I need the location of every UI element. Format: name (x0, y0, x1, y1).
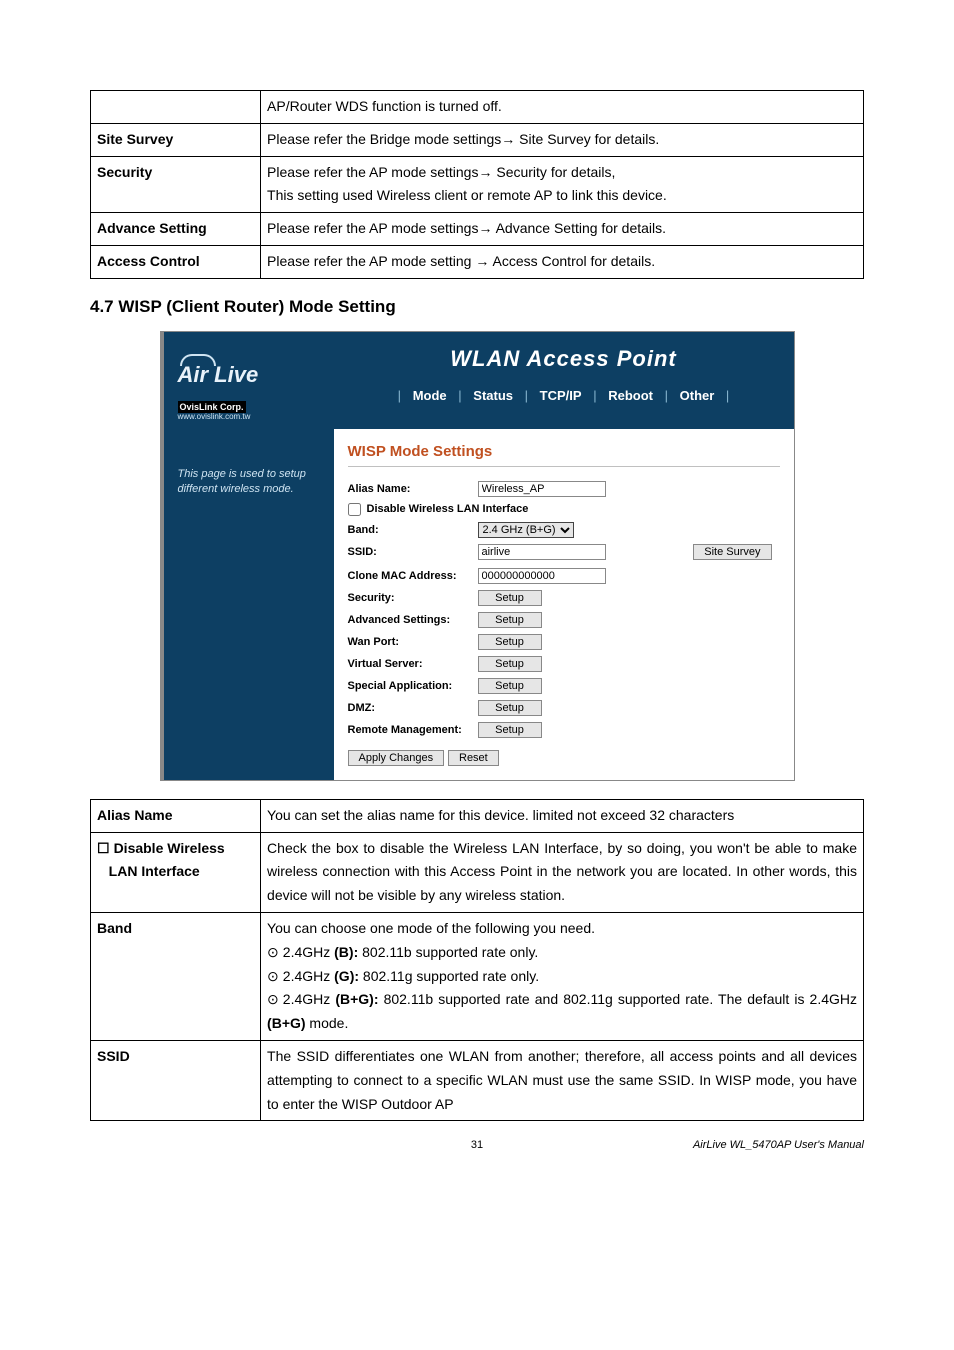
wan-port-label: Wan Port: (348, 636, 478, 648)
alias-name-label: Alias Name: (348, 483, 478, 495)
remote-management-setup-button[interactable]: Setup (478, 722, 542, 738)
special-application-setup-button[interactable]: Setup (478, 678, 542, 694)
brand-url: www.ovislink.com.tw (178, 412, 324, 421)
menu-item-reboot[interactable]: Reboot (604, 388, 657, 403)
row-label: Advance Setting (91, 213, 261, 246)
radio-dot-icon (267, 991, 283, 1007)
alias-name-input[interactable] (478, 481, 606, 497)
row-label: Band (91, 912, 261, 1040)
row-desc: Check the box to disable the Wireless LA… (261, 832, 864, 912)
clone-mac-input[interactable] (478, 568, 606, 584)
table-row: AP/Router WDS function is turned off. (91, 91, 864, 124)
table-row: Disable Wireless LAN Interface Check the… (91, 832, 864, 912)
ssid-input[interactable] (478, 544, 606, 560)
advanced-settings-setup-button[interactable]: Setup (478, 612, 542, 628)
security-setup-button[interactable]: Setup (478, 590, 542, 606)
band-label: Band: (348, 524, 478, 536)
row-desc: Please refer the Bridge mode settings→ S… (261, 123, 864, 156)
row-label: Alias Name (91, 799, 261, 832)
section-heading: 4.7 WISP (Client Router) Mode Setting (90, 297, 864, 317)
menu-item-status[interactable]: Status (469, 388, 517, 403)
row-desc: AP/Router WDS function is turned off. (261, 91, 864, 124)
radio-dot-icon (267, 944, 283, 960)
row-desc: Please refer the AP mode settings→ Secur… (261, 156, 864, 213)
table-row: Site Survey Please refer the Bridge mode… (91, 123, 864, 156)
virtual-server-setup-button[interactable]: Setup (478, 656, 542, 672)
row-label: SSID (91, 1040, 261, 1120)
row-label: Site Survey (91, 123, 261, 156)
arrow-icon: → (501, 131, 515, 147)
radio-dot-icon (267, 968, 283, 984)
table-row: Band You can choose one mode of the foll… (91, 912, 864, 1040)
manual-title: AirLive WL_5470AP User's Manual (606, 1139, 864, 1151)
virtual-server-label: Virtual Server: (348, 658, 478, 670)
clone-mac-label: Clone MAC Address: (348, 570, 478, 582)
menu-sep-icon: | (454, 388, 465, 403)
menu-sep-icon: | (589, 388, 600, 403)
menu-sep-icon: | (722, 388, 733, 403)
screenshot-title: WLAN Access Point (334, 346, 794, 372)
checkbox-empty-icon (97, 840, 114, 856)
table-row: Advance Setting Please refer the AP mode… (91, 213, 864, 246)
row-desc: The SSID differentiates one WLAN from an… (261, 1040, 864, 1120)
disable-wireless-label: Disable Wireless LAN Interface (367, 503, 529, 515)
band-select[interactable]: 2.4 GHz (B+G) (478, 522, 574, 538)
table-row: Alias Name You can set the alias name fo… (91, 799, 864, 832)
remote-management-label: Remote Management: (348, 724, 478, 736)
arrow-icon: → (475, 253, 489, 269)
disable-wireless-checkbox[interactable] (348, 503, 361, 516)
row-desc: Please refer the AP mode setting → Acces… (261, 245, 864, 278)
page-number: 31 (348, 1139, 606, 1151)
brand-subtitle: OvisLink Corp. (178, 402, 324, 412)
side-note: This page is used to setup different wir… (164, 429, 334, 780)
settings-reference-table-bottom: Alias Name You can set the alias name fo… (90, 799, 864, 1122)
row-desc: Please refer the AP mode settings→ Advan… (261, 213, 864, 246)
menu-sep-icon: | (521, 388, 532, 403)
top-menu: | Mode | Status | TCP/IP | Reboot | Othe… (334, 388, 794, 403)
arrow-icon: → (478, 164, 492, 180)
reset-button[interactable]: Reset (448, 750, 499, 766)
advanced-settings-label: Advanced Settings: (348, 614, 478, 626)
dmz-label: DMZ: (348, 702, 478, 714)
page-footer: 31 AirLive WL_5470AP User's Manual (90, 1139, 864, 1151)
dmz-setup-button[interactable]: Setup (478, 700, 542, 716)
wan-port-setup-button[interactable]: Setup (478, 634, 542, 650)
settings-reference-table-top: AP/Router WDS function is turned off. Si… (90, 90, 864, 279)
menu-item-mode[interactable]: Mode (409, 388, 451, 403)
menu-sep-icon: | (661, 388, 672, 403)
menu-item-tcpip[interactable]: TCP/IP (536, 388, 586, 403)
brand-logo: Air Live (178, 350, 324, 388)
site-survey-button[interactable]: Site Survey (693, 544, 771, 560)
row-desc: You can choose one mode of the following… (261, 912, 864, 1040)
table-row: Security Please refer the AP mode settin… (91, 156, 864, 213)
special-application-label: Special Application: (348, 680, 478, 692)
table-row: Access Control Please refer the AP mode … (91, 245, 864, 278)
panel-title: WISP Mode Settings (348, 443, 780, 467)
table-row: SSID The SSID differentiates one WLAN fr… (91, 1040, 864, 1120)
security-label: Security: (348, 592, 478, 604)
row-label: Disable Wireless LAN Interface (91, 832, 261, 912)
arrow-icon: → (478, 220, 492, 236)
row-label (91, 91, 261, 124)
wisp-settings-screenshot: Air Live OvisLink Corp. www.ovislink.com… (160, 331, 795, 781)
ssid-label: SSID: (348, 546, 478, 558)
row-label: Access Control (91, 245, 261, 278)
apply-changes-button[interactable]: Apply Changes (348, 750, 445, 766)
row-label: Security (91, 156, 261, 213)
row-desc: You can set the alias name for this devi… (261, 799, 864, 832)
menu-item-other[interactable]: Other (676, 388, 719, 403)
menu-sep-icon: | (394, 388, 405, 403)
